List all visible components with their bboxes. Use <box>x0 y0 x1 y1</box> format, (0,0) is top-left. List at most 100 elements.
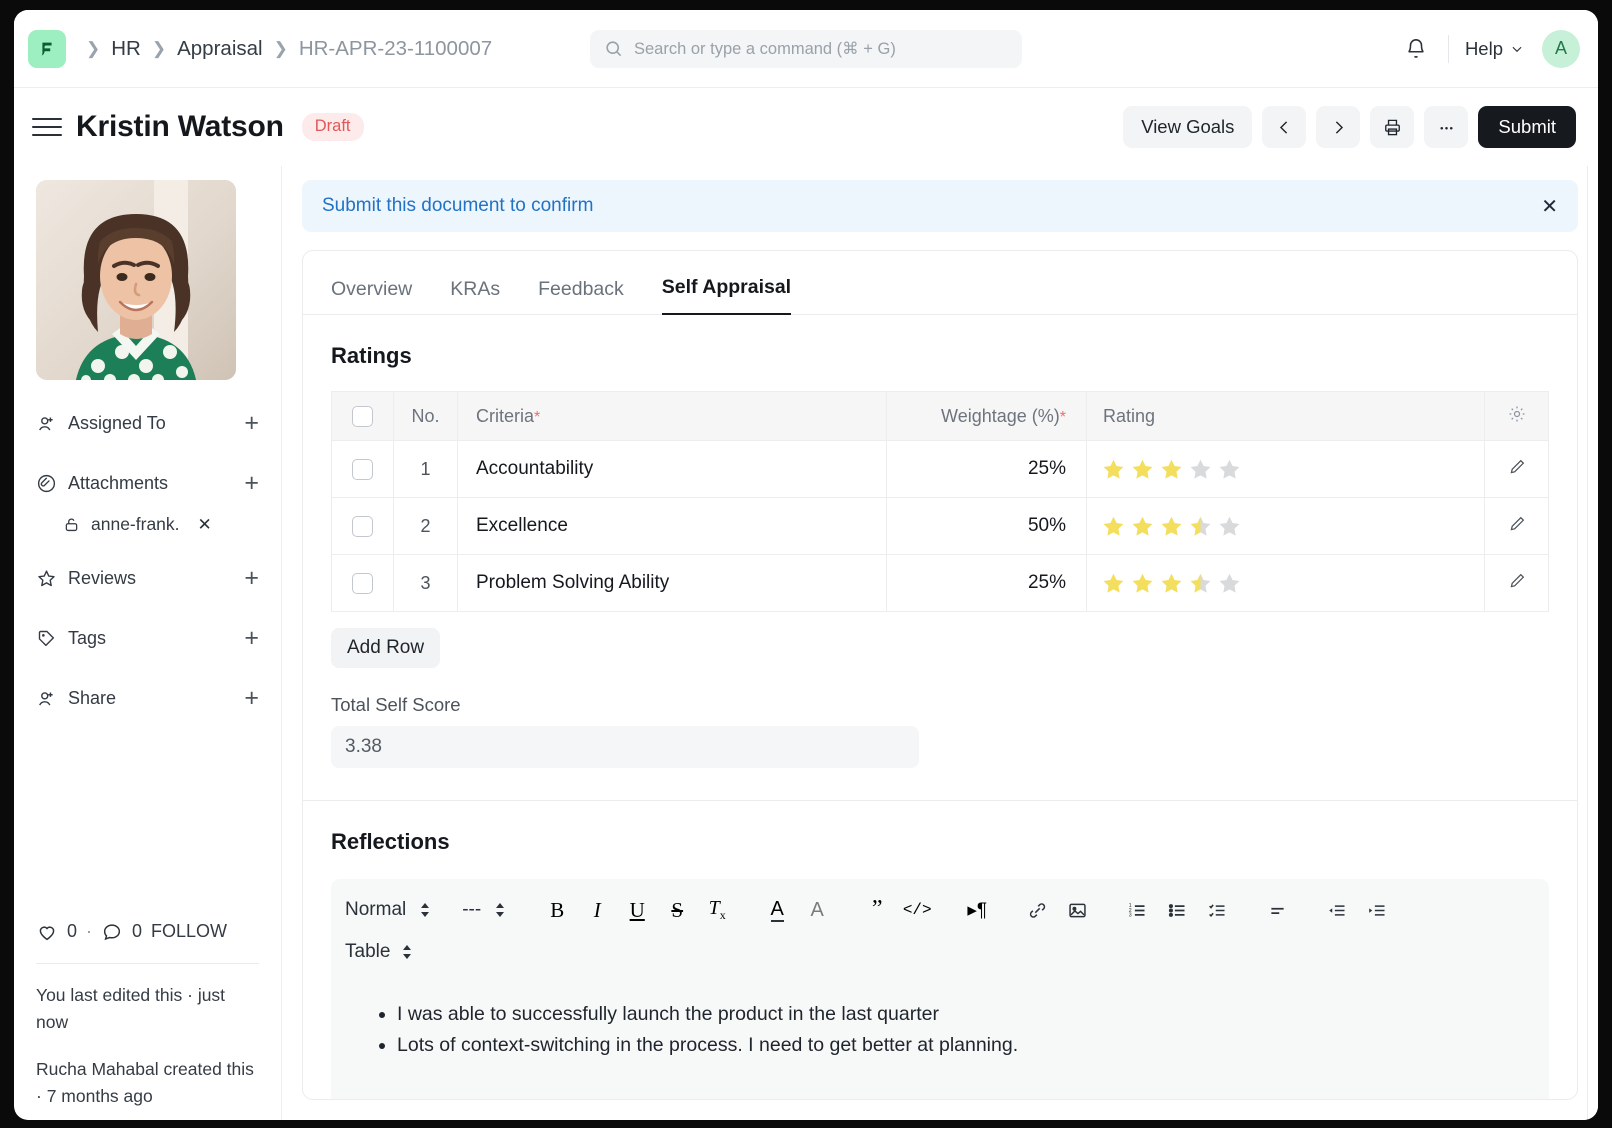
underline-button[interactable]: U <box>617 898 657 923</box>
page-scrollbar[interactable] <box>1589 166 1598 1120</box>
rating-cell[interactable] <box>1087 441 1485 498</box>
task-list-button[interactable] <box>1197 900 1237 921</box>
star-icon[interactable] <box>1217 514 1242 539</box>
star-icon[interactable] <box>1217 571 1242 596</box>
outdent-button[interactable] <box>1317 900 1357 921</box>
column-settings-header[interactable] <box>1485 392 1549 441</box>
table-row[interactable]: 2Excellence50% <box>332 498 1549 555</box>
previous-document-button[interactable] <box>1262 106 1306 148</box>
font-size-select[interactable]: --- <box>462 899 507 921</box>
submit-button[interactable]: Submit <box>1478 106 1576 148</box>
search-input[interactable]: Search or type a command (⌘ + G) <box>590 30 1022 68</box>
criteria-cell[interactable]: Excellence <box>458 498 887 555</box>
blockquote-button[interactable]: ” <box>857 900 897 919</box>
weightage-cell[interactable]: 25% <box>887 555 1087 612</box>
add-row-button[interactable]: Add Row <box>331 628 440 668</box>
highlight-color-button[interactable]: A <box>797 899 837 922</box>
close-alert-button[interactable]: ✕ <box>1541 194 1558 219</box>
image-button[interactable] <box>1057 900 1097 921</box>
pencil-icon[interactable] <box>1507 514 1527 534</box>
next-document-button[interactable] <box>1316 106 1360 148</box>
star-icon[interactable] <box>1130 571 1155 596</box>
text-direction-button[interactable]: ▸¶ <box>957 899 997 922</box>
indent-button[interactable] <box>1357 900 1397 921</box>
pencil-icon[interactable] <box>1507 457 1527 477</box>
row-checkbox[interactable] <box>352 459 373 480</box>
criteria-cell[interactable]: Problem Solving Ability <box>458 555 887 612</box>
sidebar-item-reviews[interactable]: Reviews + <box>36 561 259 595</box>
star-icon[interactable] <box>1101 514 1126 539</box>
attachment-item[interactable]: anne-frank. ✕ <box>62 514 259 535</box>
star-icon[interactable] <box>1159 571 1184 596</box>
code-block-button[interactable]: </> <box>897 901 937 919</box>
table-row[interactable]: 3Problem Solving Ability25% <box>332 555 1549 612</box>
star-rating[interactable] <box>1101 457 1484 482</box>
tab-kras[interactable]: KRAs <box>450 278 500 315</box>
tab-feedback[interactable]: Feedback <box>538 278 624 315</box>
follow-button[interactable]: FOLLOW <box>151 921 227 942</box>
add-share-button[interactable]: + <box>244 686 259 711</box>
rating-cell[interactable] <box>1087 555 1485 612</box>
breadcrumb-item-document[interactable]: HR-APR-23-1100007 <box>299 37 492 61</box>
sidebar-item-attachments[interactable]: Attachments + <box>36 466 259 500</box>
star-icon[interactable] <box>1188 514 1213 539</box>
comment-icon[interactable] <box>101 921 123 943</box>
add-tag-button[interactable]: + <box>244 626 259 651</box>
notifications-button[interactable] <box>1394 29 1438 69</box>
select-all-checkbox[interactable] <box>352 406 373 427</box>
table-row[interactable]: 1Accountability25% <box>332 441 1549 498</box>
view-goals-button[interactable]: View Goals <box>1123 106 1252 148</box>
star-icon[interactable] <box>1130 514 1155 539</box>
clear-format-button[interactable]: Tx <box>697 897 737 923</box>
print-button[interactable] <box>1370 106 1414 148</box>
weightage-cell[interactable]: 25% <box>887 441 1087 498</box>
user-avatar[interactable]: A <box>1542 30 1580 68</box>
ordered-list-button[interactable]: 123 <box>1117 900 1157 921</box>
strikethrough-button[interactable]: S <box>657 898 697 923</box>
row-edit-cell[interactable] <box>1485 441 1549 498</box>
star-icon[interactable] <box>1217 457 1242 482</box>
row-checkbox[interactable] <box>352 516 373 537</box>
rating-cell[interactable] <box>1087 498 1485 555</box>
breadcrumb-item-appraisal[interactable]: Appraisal <box>177 37 262 61</box>
more-options-button[interactable] <box>1424 106 1468 148</box>
star-icon[interactable] <box>1188 457 1213 482</box>
align-left-button[interactable] <box>1257 900 1297 921</box>
sidebar-item-share[interactable]: Share + <box>36 681 259 715</box>
star-rating[interactable] <box>1101 514 1484 539</box>
star-icon[interactable] <box>1188 571 1213 596</box>
app-logo[interactable] <box>28 30 66 68</box>
add-assigned-to-button[interactable]: + <box>244 411 259 436</box>
row-edit-cell[interactable] <box>1485 498 1549 555</box>
star-icon[interactable] <box>1130 457 1155 482</box>
star-icon[interactable] <box>1101 457 1126 482</box>
star-rating[interactable] <box>1101 571 1484 596</box>
sidebar-item-tags[interactable]: Tags + <box>36 621 259 655</box>
table-select[interactable]: Table <box>345 941 414 963</box>
reflections-content[interactable]: I was able to successfully launch the pr… <box>331 979 1549 1099</box>
sidebar-item-assigned-to[interactable]: Assigned To + <box>36 406 259 440</box>
tab-self-appraisal[interactable]: Self Appraisal <box>662 276 791 315</box>
bold-button[interactable]: B <box>537 898 577 923</box>
bullet-list-button[interactable] <box>1157 900 1197 921</box>
link-button[interactable] <box>1017 900 1057 921</box>
sidebar-toggle-button[interactable] <box>32 115 62 139</box>
tab-overview[interactable]: Overview <box>331 278 412 315</box>
breadcrumb-item-hr[interactable]: HR <box>111 37 141 61</box>
star-icon[interactable] <box>1159 457 1184 482</box>
heart-icon[interactable] <box>36 921 58 943</box>
help-menu[interactable]: Help <box>1459 34 1530 64</box>
star-icon[interactable] <box>1159 514 1184 539</box>
add-review-button[interactable]: + <box>244 566 259 591</box>
remove-attachment-button[interactable]: ✕ <box>198 515 212 535</box>
add-attachment-button[interactable]: + <box>244 471 259 496</box>
row-edit-cell[interactable] <box>1485 555 1549 612</box>
pencil-icon[interactable] <box>1507 571 1527 591</box>
row-checkbox[interactable] <box>352 573 373 594</box>
paragraph-style-select[interactable]: Normal <box>345 899 432 921</box>
italic-button[interactable]: I <box>577 898 617 923</box>
criteria-cell[interactable]: Accountability <box>458 441 887 498</box>
text-color-button[interactable]: A <box>757 899 797 922</box>
star-icon[interactable] <box>1101 571 1126 596</box>
weightage-cell[interactable]: 50% <box>887 498 1087 555</box>
